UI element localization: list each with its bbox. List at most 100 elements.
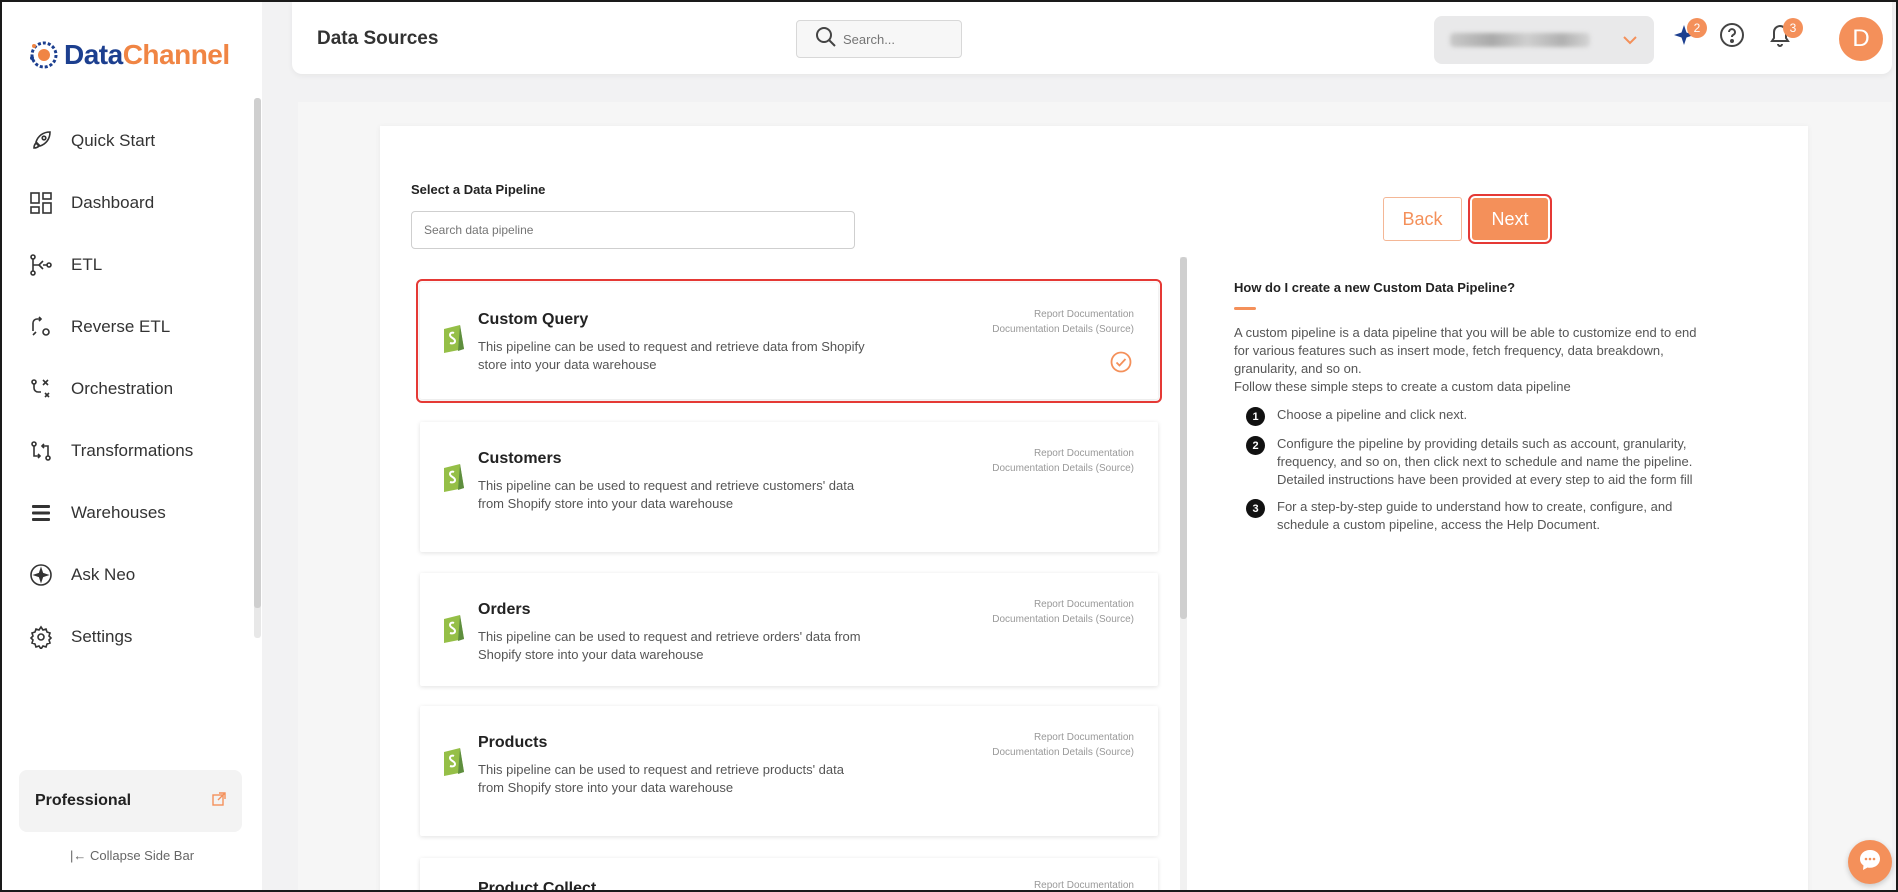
sidebar-item-label: Reverse ETL <box>71 317 171 336</box>
help-icon <box>1719 22 1745 53</box>
step-text: Choose a pipeline and click next. <box>1277 407 1468 422</box>
sidebar-item-label: Transformations <box>71 441 194 460</box>
step-number: 3 <box>1246 499 1265 518</box>
pipeline-description: This pipeline can be used to request and… <box>478 629 861 662</box>
pipeline-name: Customers <box>478 450 562 467</box>
ai-assistant-button[interactable]: 2 <box>1669 18 1707 52</box>
pipeline-name: Custom Query <box>478 311 589 328</box>
etl-icon <box>28 252 54 278</box>
notification-badge: 3 <box>1783 18 1803 38</box>
pipeline-description: This pipeline can be used to request and… <box>478 339 865 372</box>
avatar[interactable]: D <box>1839 17 1883 61</box>
ai-badge: 2 <box>1687 18 1707 38</box>
account-selector[interactable] <box>1434 16 1654 64</box>
pipeline-search-input[interactable] <box>411 211 855 249</box>
collapse-icon: |← <box>69 848 87 863</box>
step-number: 1 <box>1246 407 1265 426</box>
chat-button[interactable] <box>1848 840 1892 884</box>
sidebar-item-warehouses[interactable]: Warehouses <box>2 482 252 544</box>
shopify-icon <box>440 611 468 648</box>
rocket-icon <box>28 128 54 154</box>
pipeline-name: Products <box>478 734 548 751</box>
sidebar-item-quick-start[interactable]: Quick Start <box>2 110 252 172</box>
notifications-button[interactable]: 3 <box>1765 18 1803 52</box>
pipeline-card-custom-query[interactable]: Custom Query This pipeline can be used t… <box>416 279 1162 403</box>
sparkle-icon <box>28 562 54 588</box>
orchestration-icon <box>28 376 54 402</box>
sidebar-item-reverse-etl[interactable]: Reverse ETL <box>2 296 252 358</box>
help-step: 1 Choose a pipeline and click next. <box>1234 406 1704 426</box>
search-input[interactable] <box>843 31 943 47</box>
logo-icon <box>28 38 58 72</box>
logo-text-data: Data <box>64 39 123 70</box>
sidebar-item-etl[interactable]: ETL <box>2 234 252 296</box>
pipeline-card-customers[interactable]: Customers This pipeline can be used to r… <box>420 422 1158 552</box>
shopify-icon <box>440 744 468 781</box>
help-step: 2 Configure the pipeline by providing de… <box>1234 435 1704 489</box>
back-button[interactable]: Back <box>1383 197 1462 241</box>
help-steps: 1 Choose a pipeline and click next. 2 Co… <box>1234 406 1704 534</box>
global-search[interactable] <box>796 20 962 58</box>
collapse-sidebar-button[interactable]: |← Collapse Side Bar <box>2 848 262 863</box>
logo[interactable]: DataChannel <box>28 38 230 72</box>
transformations-icon <box>28 438 54 464</box>
sidebar-item-orchestration[interactable]: Orchestration <box>2 358 252 420</box>
sidebar-item-label: Orchestration <box>71 379 174 398</box>
pipeline-name: Product Collect <box>478 880 597 892</box>
report-documentation-link[interactable]: Report Documentation <box>992 597 1134 612</box>
title-underline <box>1234 307 1256 310</box>
next-button[interactable]: Next <box>1468 194 1552 244</box>
report-documentation-link[interactable]: Report Documentation <box>992 730 1134 745</box>
shopify-icon <box>440 321 468 358</box>
selected-check-icon <box>1110 351 1132 378</box>
page-title: Data Sources <box>317 28 439 49</box>
pipeline-card-orders[interactable]: Orders This pipeline can be used to requ… <box>420 573 1158 686</box>
collapse-label: Collapse Side Bar <box>89 848 195 863</box>
plan-name: Professional <box>35 792 132 809</box>
top-bar: Data Sources 2 <box>292 2 1892 74</box>
pipeline-list-scrollbar[interactable] <box>1180 257 1187 619</box>
reverse-etl-icon <box>28 314 54 340</box>
gear-icon <box>28 624 54 650</box>
sidebar-item-dashboard[interactable]: Dashboard <box>2 172 252 234</box>
help-intro: A custom pipeline is a data pipeline tha… <box>1234 325 1697 376</box>
help-title: How do I create a new Custom Data Pipeli… <box>1234 280 1516 295</box>
chat-icon <box>1857 847 1883 878</box>
pipeline-description: This pipeline can be used to request and… <box>478 762 844 795</box>
help-button[interactable] <box>1717 22 1747 52</box>
sidebar-item-settings[interactable]: Settings <box>2 606 252 668</box>
report-documentation-link[interactable]: Report Documentation <box>992 307 1134 322</box>
documentation-details-link[interactable]: Documentation Details (Source) <box>992 745 1134 760</box>
report-documentation-link[interactable]: Report Documentation <box>992 446 1134 461</box>
report-documentation-link[interactable]: Report Documentation <box>1034 878 1134 890</box>
help-panel: How do I create a new Custom Data Pipeli… <box>1234 280 1704 543</box>
warehouses-icon <box>28 500 54 526</box>
sidebar-item-transformations[interactable]: Transformations <box>2 420 252 482</box>
sidebar: DataChannel Quick Start Dashboard ETL Re… <box>2 2 262 890</box>
external-link-icon[interactable] <box>212 791 226 811</box>
step-number: 2 <box>1246 436 1265 455</box>
select-pipeline-label: Select a Data Pipeline <box>411 182 546 197</box>
documentation-details-link[interactable]: Documentation Details (Source) <box>992 322 1134 337</box>
sidebar-item-label: Dashboard <box>71 193 155 212</box>
sidebar-scrollbar[interactable] <box>254 98 261 608</box>
pipeline-card-product-collect[interactable]: Product Collect Report Documentation <box>420 858 1158 892</box>
chevron-down-icon <box>1620 30 1640 55</box>
app-window: DataChannel Quick Start Dashboard ETL Re… <box>0 0 1898 892</box>
help-step: 3 For a step-by-step guide to understand… <box>1234 498 1704 534</box>
plan-card[interactable]: Professional <box>19 770 242 832</box>
sidebar-item-label: Settings <box>71 627 133 646</box>
sidebar-nav: Quick Start Dashboard ETL Reverse ETL Or… <box>2 110 252 668</box>
documentation-details-link[interactable]: Documentation Details (Source) <box>992 461 1134 476</box>
sidebar-item-label: Warehouses <box>71 503 166 522</box>
pipeline-card-products[interactable]: Products This pipeline can be used to re… <box>420 706 1158 836</box>
sidebar-item-label: Quick Start <box>71 131 156 150</box>
sidebar-item-label: ETL <box>71 255 103 274</box>
sidebar-item-ask-neo[interactable]: Ask Neo <box>2 544 252 606</box>
dashboard-icon <box>28 190 54 216</box>
step-text: For a step-by-step guide to understand h… <box>1277 499 1673 532</box>
pipeline-name: Orders <box>478 601 531 618</box>
documentation-details-link[interactable]: Documentation Details (Source) <box>992 612 1134 627</box>
help-follow: Follow these simple steps to create a cu… <box>1234 379 1571 394</box>
logo-text-channel: Channel <box>122 39 230 70</box>
